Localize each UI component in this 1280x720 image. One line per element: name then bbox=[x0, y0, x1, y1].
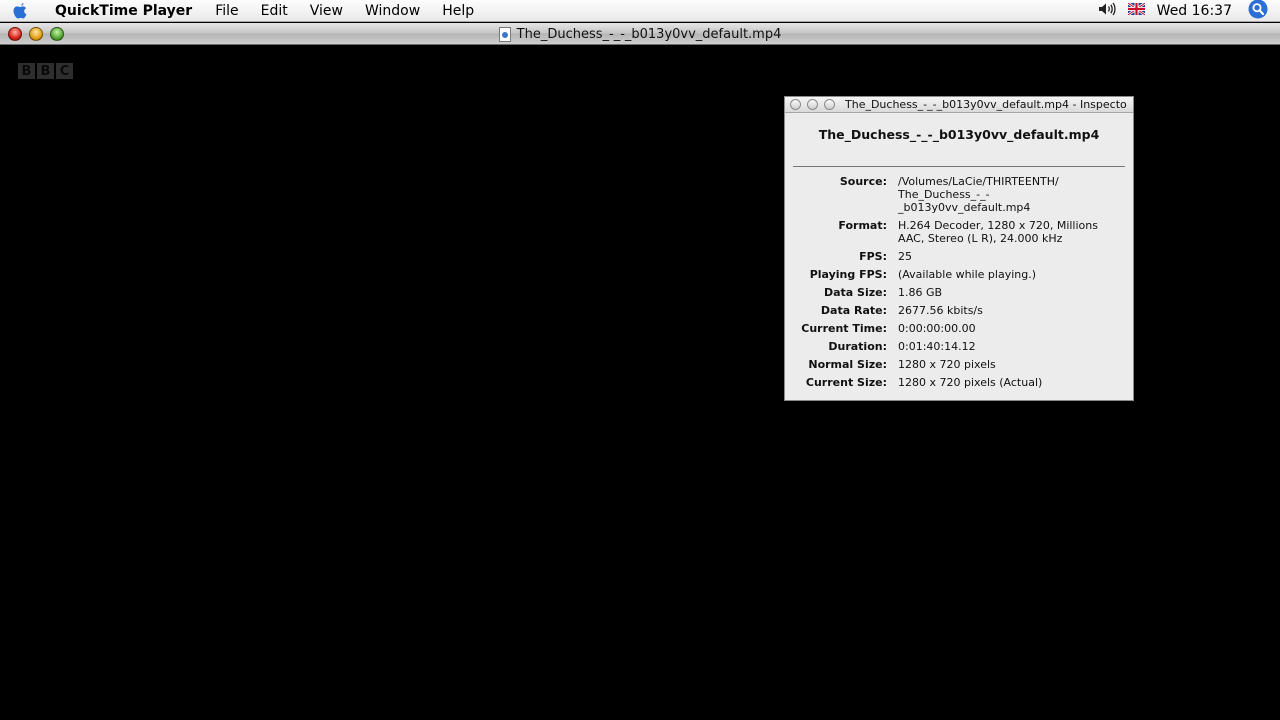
logo-letter: B bbox=[18, 63, 35, 79]
window-title: The_Duchess_-_-_b013y0vv_default.mp4 bbox=[516, 26, 782, 42]
info-row-duration: Duration: 0:01:40:14.12 bbox=[785, 340, 1133, 353]
info-value: /Volumes/LaCie/THIRTEENTH/ The_Duchess_-… bbox=[898, 175, 1059, 214]
spotlight-icon[interactable] bbox=[1248, 0, 1268, 23]
info-label: FPS: bbox=[859, 250, 887, 263]
info-row-format: Format: H.264 Decoder, 1280 x 720, Milli… bbox=[785, 219, 1133, 245]
info-row-current-time: Current Time: 0:00:00:00.00 bbox=[785, 322, 1133, 335]
info-value: 1280 x 720 pixels bbox=[898, 358, 996, 371]
bbc-logo: B B C bbox=[18, 63, 73, 79]
menu-bar: QuickTime Player File Edit View Window H… bbox=[0, 0, 1280, 22]
info-label: Data Rate: bbox=[820, 304, 887, 317]
volume-icon[interactable] bbox=[1098, 2, 1116, 20]
info-label: Source: bbox=[839, 175, 887, 188]
info-value: (Available while playing.) bbox=[898, 268, 1037, 281]
info-row-data-size: Data Size: 1.86 GB bbox=[785, 286, 1133, 299]
menu-edit[interactable]: Edit bbox=[250, 0, 299, 22]
info-row-data-rate: Data Rate: 2677.56 kbits/s bbox=[785, 304, 1133, 317]
inspector-close-button[interactable] bbox=[790, 99, 801, 110]
flag-uk-icon[interactable] bbox=[1126, 1, 1146, 19]
window-titlebar[interactable]: The_Duchess_-_-_b013y0vv_default.mp4 bbox=[0, 23, 1280, 45]
info-row-normal-size: Normal Size: 1280 x 720 pixels bbox=[785, 358, 1133, 371]
menu-app-name[interactable]: QuickTime Player bbox=[40, 0, 204, 22]
menu-help[interactable]: Help bbox=[431, 0, 485, 22]
info-value: 2677.56 kbits/s bbox=[898, 304, 983, 317]
info-label: Format: bbox=[838, 219, 887, 232]
menu-file[interactable]: File bbox=[204, 0, 249, 22]
inspector-zoom-button[interactable] bbox=[824, 99, 835, 110]
info-row-fps: FPS: 25 bbox=[785, 250, 1133, 263]
info-table: Source: /Volumes/LaCie/THIRTEENTH/ The_D… bbox=[785, 175, 1133, 389]
info-label: Data Size: bbox=[823, 286, 887, 299]
info-value: 0:00:00:00.00 bbox=[898, 322, 976, 335]
info-label: Current Size: bbox=[805, 376, 887, 389]
info-value: 1280 x 720 pixels (Actual) bbox=[898, 376, 1043, 389]
info-label: Duration: bbox=[828, 340, 887, 353]
menu-window[interactable]: Window bbox=[354, 0, 431, 22]
info-label: Normal Size: bbox=[808, 358, 887, 371]
info-value: 25 bbox=[898, 250, 912, 263]
inspector-filename: The_Duchess_-_-_b013y0vv_default.mp4 bbox=[818, 127, 1100, 142]
menubar-clock[interactable]: Wed 16:37 bbox=[1157, 3, 1232, 19]
logo-letter: C bbox=[56, 63, 73, 79]
document-proxy-icon[interactable] bbox=[498, 26, 511, 42]
inspector-minimize-button[interactable] bbox=[807, 99, 818, 110]
window-title-area: The_Duchess_-_-_b013y0vv_default.mp4 bbox=[0, 23, 1280, 45]
inspector-titlebar[interactable]: The_Duchess_-_-_b013y0vv_default.mp4 - I… bbox=[785, 97, 1133, 113]
info-label: Current Time: bbox=[801, 322, 887, 335]
inspector-panel: The_Duchess_-_-_b013y0vv_default.mp4 - I… bbox=[784, 96, 1134, 401]
info-value: H.264 Decoder, 1280 x 720, Millions AAC,… bbox=[898, 219, 1098, 245]
info-value: 1.86 GB bbox=[898, 286, 943, 299]
inspector-title: The_Duchess_-_-_b013y0vv_default.mp4 - I… bbox=[845, 98, 1127, 111]
menu-view[interactable]: View bbox=[299, 0, 354, 22]
apple-icon[interactable] bbox=[0, 2, 40, 20]
divider bbox=[793, 166, 1125, 167]
info-row-current-size: Current Size: 1280 x 720 pixels (Actual) bbox=[785, 376, 1133, 389]
info-row-playing-fps: Playing FPS: (Available while playing.) bbox=[785, 268, 1133, 281]
info-row-source: Source: /Volumes/LaCie/THIRTEENTH/ The_D… bbox=[785, 175, 1133, 214]
info-label: Playing FPS: bbox=[809, 268, 887, 281]
logo-letter: B bbox=[37, 63, 54, 79]
info-value: 0:01:40:14.12 bbox=[898, 340, 976, 353]
